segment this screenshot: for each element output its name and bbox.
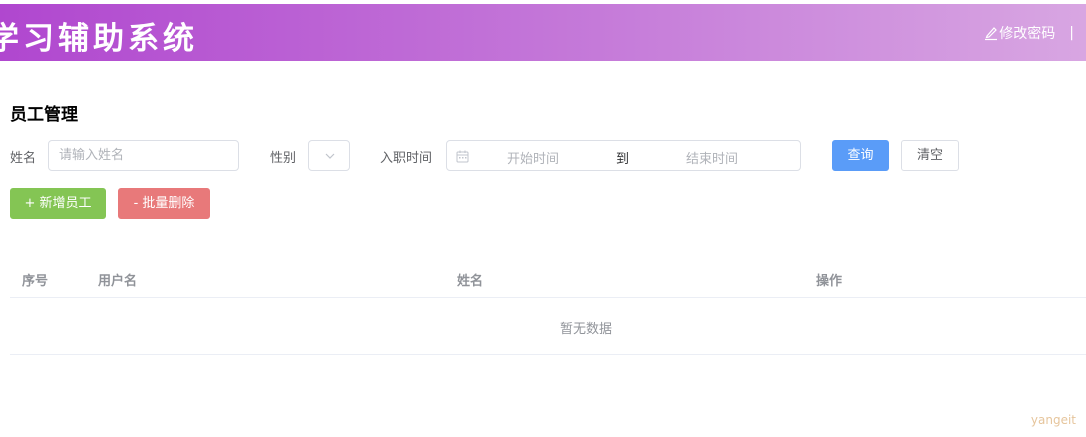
hire-date-range-picker[interactable]: 开始时间 到 结束时间 [446, 140, 801, 171]
query-button[interactable]: 查询 [832, 140, 889, 171]
top-header: 学习辅助系统 修改密码 | [0, 4, 1086, 61]
batch-delete-button[interactable]: - 批量删除 [118, 188, 210, 219]
empty-state-text: 暂无数据 [559, 322, 612, 337]
edit-icon [985, 27, 998, 41]
calendar-icon [456, 150, 469, 163]
hire-date-label: 入职时间 [380, 151, 433, 166]
header-separator: | [1069, 25, 1074, 41]
column-header-index: 序号 [22, 274, 49, 289]
table-header: 序号 用户名 姓名 操作 [10, 258, 1086, 298]
change-password-link[interactable]: 修改密码 [984, 23, 1055, 43]
watermark: yangeit [1030, 413, 1076, 427]
column-header-name: 姓名 [457, 274, 484, 289]
column-header-actions: 操作 [816, 274, 843, 289]
employee-table: 序号 用户名 姓名 操作 暂无数据 [10, 258, 1086, 355]
name-search-input[interactable] [48, 140, 239, 171]
table-body: 暂无数据 [10, 298, 1086, 355]
chevron-down-icon [325, 153, 335, 159]
range-separator: 到 [616, 152, 630, 167]
end-date-input[interactable]: 结束时间 [686, 148, 738, 167]
name-label: 姓名 [10, 151, 37, 166]
gender-label: 性别 [270, 151, 297, 166]
header-actions: 修改密码 | [984, 23, 1074, 43]
column-header-username: 用户名 [98, 274, 138, 289]
start-date-input[interactable]: 开始时间 [507, 148, 559, 167]
clear-button[interactable]: 清空 [901, 140, 959, 171]
change-password-label: 修改密码 [999, 26, 1056, 42]
add-employee-button[interactable]: + 新增员工 [10, 188, 106, 219]
app-title: 学习辅助系统 [0, 21, 198, 57]
gender-select[interactable] [308, 140, 350, 171]
page-title: 员工管理 [10, 105, 78, 125]
